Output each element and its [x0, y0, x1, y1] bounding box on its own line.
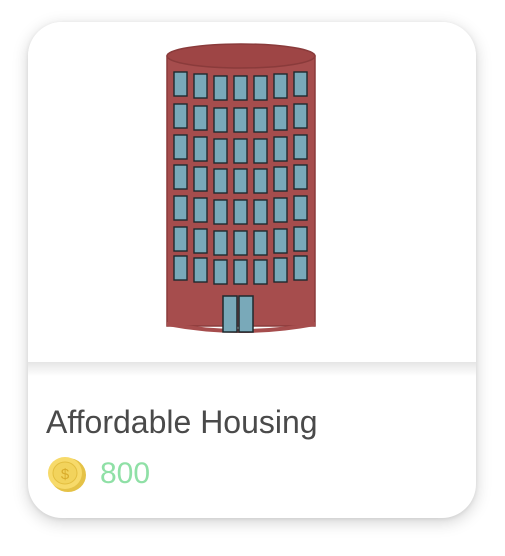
- building-window: [233, 107, 248, 133]
- building-window: [193, 166, 208, 192]
- coin-symbol: $: [61, 466, 70, 483]
- building-window: [233, 138, 248, 164]
- building-title: Affordable Housing: [46, 404, 318, 440]
- building-window: [273, 105, 288, 131]
- price-row: $ 800: [46, 454, 150, 494]
- building-window: [233, 199, 248, 225]
- apartment-building-icon: [166, 43, 316, 333]
- building-window: [193, 228, 208, 254]
- building-window: [293, 103, 308, 129]
- building-window: [213, 199, 228, 225]
- building-window: [213, 230, 228, 256]
- building-window: [173, 103, 188, 129]
- building-window: [213, 168, 228, 194]
- building-window: [233, 259, 248, 285]
- building-window: [213, 107, 228, 133]
- building-window: [273, 73, 288, 99]
- building-window: [193, 73, 208, 99]
- building-window: [193, 257, 208, 283]
- building-window: [213, 138, 228, 164]
- building-window: [273, 228, 288, 254]
- building-window: [173, 195, 188, 221]
- building-roof: [166, 43, 316, 69]
- building-window: [253, 107, 268, 133]
- building-window: [293, 255, 308, 281]
- building-window: [293, 164, 308, 190]
- gold-coin-icon: $: [48, 457, 86, 492]
- building-window: [193, 136, 208, 162]
- building-window: [173, 164, 188, 190]
- building-window: [293, 134, 308, 160]
- building-window: [253, 168, 268, 194]
- building-image-area: [28, 22, 476, 362]
- building-window: [213, 259, 228, 285]
- building-card[interactable]: Affordable Housing $ 800: [28, 22, 476, 518]
- building-window: [233, 230, 248, 256]
- building-window: [253, 230, 268, 256]
- building-window: [173, 226, 188, 252]
- building-window: [253, 199, 268, 225]
- building-window: [293, 71, 308, 97]
- building-window: [233, 168, 248, 194]
- building-window: [213, 75, 228, 101]
- building-window: [173, 134, 188, 160]
- building-window: [193, 197, 208, 223]
- building-window: [173, 255, 188, 281]
- building-window: [253, 138, 268, 164]
- building-window: [293, 195, 308, 221]
- door-left-panel: [222, 295, 238, 333]
- building-window: [173, 71, 188, 97]
- building-window: [273, 257, 288, 283]
- building-window: [273, 166, 288, 192]
- price-value: 800: [100, 457, 151, 490]
- door-right-panel: [238, 295, 254, 333]
- building-window: [273, 136, 288, 162]
- building-window: [273, 197, 288, 223]
- card-divider: [28, 362, 476, 376]
- building-window: [193, 105, 208, 131]
- building-window: [233, 75, 248, 101]
- building-window: [293, 226, 308, 252]
- building-window: [253, 259, 268, 285]
- building-window: [253, 75, 268, 101]
